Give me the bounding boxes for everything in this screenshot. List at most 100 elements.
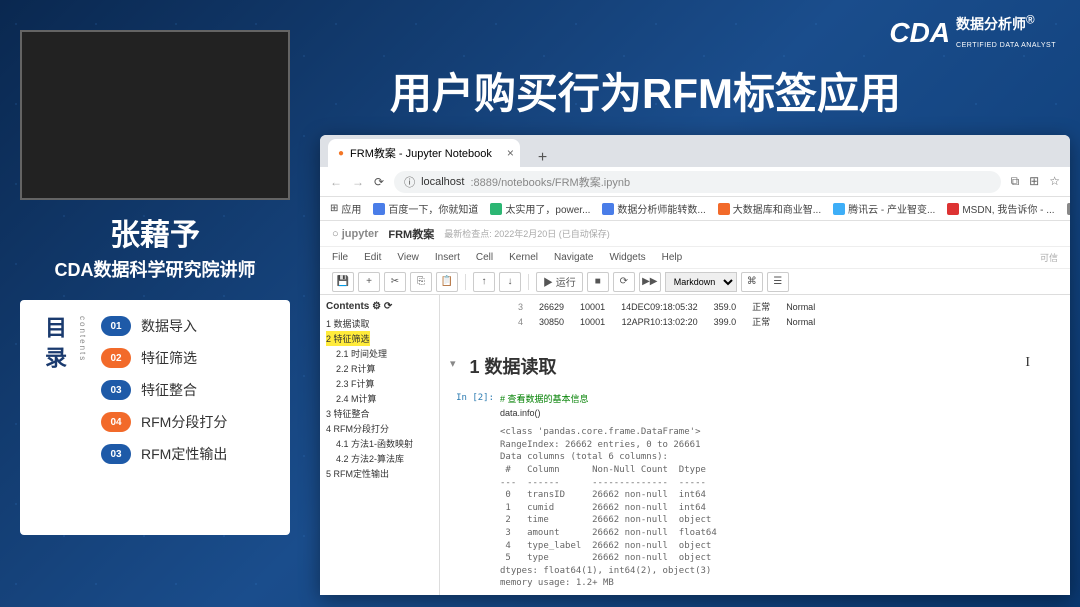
menu-item-widgets[interactable]: Widgets <box>609 252 645 263</box>
toc-item[interactable]: 2 特征筛选 <box>326 331 370 346</box>
notebook-content[interactable]: 3266291000114DEC09:18:05:32359.0正常Normal… <box>440 295 1070 595</box>
presenter-caption: 张藉予 CDA数据科学研究院讲师 <box>20 210 290 282</box>
copy-button[interactable]: ⎘ <box>410 272 432 292</box>
toc-item[interactable]: 4.1 方法1-函数映射 <box>326 436 433 451</box>
logo-en: CERTIFIED DATA ANALYST <box>956 42 1056 49</box>
code-body[interactable]: # 查看数据的基本信息 data.info() <box>500 393 1060 420</box>
cut-button[interactable]: ✂ <box>384 272 406 292</box>
table-row: 3266291000114DEC09:18:05:32359.0正常Normal <box>510 299 823 314</box>
apps-shortcut[interactable]: ⊞应用 <box>330 201 361 216</box>
trusted-indicator[interactable]: 可信 <box>1040 251 1058 264</box>
menu-item-insert[interactable]: Insert <box>435 252 460 263</box>
command-palette-button[interactable]: ⌘ <box>741 272 763 292</box>
restart-run-button[interactable]: ▶▶ <box>639 272 661 292</box>
presenter-name: 张藉予 <box>20 210 290 254</box>
presenter-role: CDA数据科学研究院讲师 <box>20 256 290 282</box>
bookmark-item[interactable]: 太实用了，power... <box>490 201 590 216</box>
menu-item-navigate[interactable]: Navigate <box>554 252 593 263</box>
address-bar: ← → ⟳ ⓘ localhost :8889/notebooks/FRM教案.i… <box>320 167 1070 197</box>
url-input[interactable]: ⓘ localhost :8889/notebooks/FRM教案.ipynb <box>394 171 1001 193</box>
code-cell[interactable]: In [2]: # 查看数据的基本信息 data.info() <box>450 393 1060 420</box>
bookmark-item[interactable]: 数据分析师能转数... <box>602 201 705 216</box>
menu-item-view[interactable]: View <box>397 252 419 263</box>
favicon-icon <box>833 203 845 215</box>
star-icon[interactable]: ☆ <box>1049 174 1060 189</box>
tab-bar: ● FRM教案 - Jupyter Notebook × + <box>320 135 1070 167</box>
apps-icon: ⊞ <box>330 203 338 214</box>
toc-item[interactable]: 4 RFM分段打分 <box>326 421 433 436</box>
agenda-item: 04RFM分段打分 <box>101 412 272 432</box>
menu-item-cell[interactable]: Cell <box>476 252 493 263</box>
toc-item[interactable]: 2.2 R计算 <box>326 361 433 376</box>
jupyter-header: ○ jupyter FRM教案 最新检查点: 2022年2月20日 (已自动保存… <box>320 221 1070 247</box>
bookmark-item[interactable]: 大数据库和商业智... <box>718 201 821 216</box>
bookmark-item[interactable]: 百度一下，你就知道 <box>373 201 478 216</box>
restart-button[interactable]: ⟳ <box>613 272 635 292</box>
notebook-body: Contents ⚙ ⟳ 1 数据读取2 特征筛选2.1 时间处理2.2 R计算… <box>320 295 1070 595</box>
agenda-badge: 01 <box>101 316 131 336</box>
favicon-icon <box>947 203 959 215</box>
agenda-badge: 02 <box>101 348 131 368</box>
jupyter-logo[interactable]: ○ jupyter <box>332 228 378 240</box>
url-host: localhost <box>421 176 464 188</box>
toc-item[interactable]: 5 RFM定性输出 <box>326 466 433 481</box>
toc-item[interactable]: 2.4 M计算 <box>326 391 433 406</box>
bookmark-item[interactable]: 腾讯云 - 产业智变... <box>833 201 935 216</box>
browser-window: ● FRM教案 - Jupyter Notebook × + ← → ⟳ ⓘ l… <box>320 135 1070 595</box>
favicon-icon <box>718 203 730 215</box>
logo-brand: CDA <box>889 17 950 49</box>
agenda-badge: 03 <box>101 444 131 464</box>
browser-tab[interactable]: ● FRM教案 - Jupyter Notebook × <box>328 139 520 167</box>
qr-icon[interactable]: ⊞ <box>1029 174 1039 189</box>
brand-logo: CDA 数据分析师® CERTIFIED DATA ANALYST <box>889 14 1056 52</box>
close-icon[interactable]: × <box>507 146 514 160</box>
menu-item-edit[interactable]: Edit <box>364 252 381 263</box>
back-button: ← <box>330 175 342 189</box>
forward-button: → <box>352 175 364 189</box>
notebook-title[interactable]: FRM教案 <box>388 226 434 242</box>
info-icon[interactable]: ⓘ <box>404 174 415 190</box>
toc-toggle-button[interactable]: ☰ <box>767 272 789 292</box>
collapse-icon[interactable]: ▾ <box>450 357 456 370</box>
section-heading: 1 数据读取 <box>470 353 557 379</box>
add-cell-button[interactable]: + <box>358 272 380 292</box>
reload-button[interactable]: ⟳ <box>374 175 384 189</box>
reader-icon[interactable]: ⧉ <box>1011 174 1020 189</box>
menu-item-help[interactable]: Help <box>662 252 683 263</box>
agenda-text: 特征筛选 <box>141 348 197 368</box>
toc-title: Contents ⚙ ⟳ <box>326 301 433 312</box>
url-path: :8889/notebooks/FRM教案.ipynb <box>470 174 630 190</box>
agenda-item: 01 数据导入 <box>101 316 272 336</box>
toc-item[interactable]: 4.2 方法2-算法库 <box>326 451 433 466</box>
bookmarks-bar: ⊞应用 百度一下，你就知道太实用了，power... 数据分析师能转数... 大数据… <box>320 197 1070 221</box>
new-tab-button[interactable]: + <box>530 149 555 167</box>
cell-type-select[interactable]: Markdown <box>665 272 737 292</box>
toc-item[interactable]: 2.1 时间处理 <box>326 346 433 361</box>
move-down-button[interactable]: ↓ <box>499 272 521 292</box>
menu-bar: File Edit View Insert Cell Kernel Navigate Widg… <box>320 247 1070 269</box>
agenda-text: 数据导入 <box>141 316 197 336</box>
agenda-heading: 目录 <box>38 316 70 519</box>
save-button[interactable]: 💾 <box>332 272 354 292</box>
agenda-text: 特征整合 <box>141 380 197 400</box>
presenter-video <box>20 30 290 200</box>
paste-button[interactable]: 📋 <box>436 272 458 292</box>
toc-item[interactable]: 3 特征整合 <box>326 406 433 421</box>
bookmark-item[interactable]: 软件吧163.com <box>1067 201 1070 216</box>
toc-item[interactable]: 2.3 F计算 <box>326 376 433 391</box>
menu-item-kernel[interactable]: Kernel <box>509 252 538 263</box>
menu-item-file[interactable]: File <box>332 252 348 263</box>
interrupt-button[interactable]: ■ <box>587 272 609 292</box>
logo-cn: 数据分析师® <box>956 16 1035 32</box>
agenda-badge: 03 <box>101 380 131 400</box>
toolbar: 💾 + ✂ ⎘ 📋 ↑ ↓ ▶ 运行 ■ ⟳ ▶▶ Markdown ⌘ ☰ <box>320 269 1070 295</box>
slide-title: 用户购买行为RFM标签应用 <box>390 60 901 121</box>
bookmark-item[interactable]: MSDN, 我告诉你 - ... <box>947 201 1054 216</box>
run-button[interactable]: ▶ 运行 <box>536 272 583 292</box>
move-up-button[interactable]: ↑ <box>473 272 495 292</box>
toc-item[interactable]: 1 数据读取 <box>326 316 433 331</box>
output-body: <class 'pandas.core.frame.DataFrame'> Ra… <box>500 426 1060 590</box>
favicon-icon <box>1067 203 1070 215</box>
favicon-icon <box>490 203 502 215</box>
dataframe-output: 3266291000114DEC09:18:05:32359.0正常Normal… <box>450 299 1060 329</box>
